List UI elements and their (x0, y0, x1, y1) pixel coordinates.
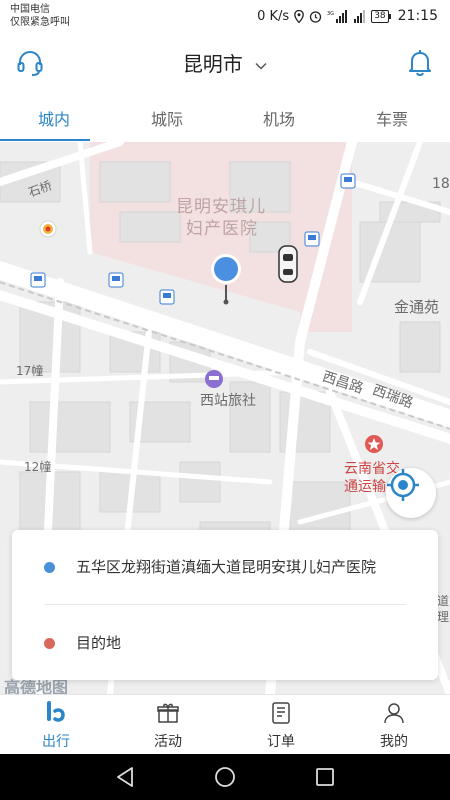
crosshair-icon (387, 469, 419, 501)
nav-orders[interactable]: 订单 (225, 695, 337, 755)
map-label-road-right: 道 (437, 594, 450, 608)
recents-icon[interactable] (313, 765, 337, 789)
app-header: 昆明市 (0, 34, 450, 92)
destination-row[interactable]: 目的地 (12, 606, 438, 680)
map-label-li: 理 (437, 610, 450, 624)
locate-me-button[interactable] (386, 468, 436, 518)
svg-text:3G: 3G (327, 11, 334, 17)
system-navigation-bar (0, 754, 450, 800)
map-label-hotel: 西站旅社 (200, 393, 256, 409)
clock: 21:15 (397, 8, 438, 24)
map-label-yunnan-2: 通运输 (344, 479, 386, 495)
tab-tickets[interactable]: 车票 (376, 106, 408, 130)
nav-profile-label: 我的 (380, 734, 408, 750)
gift-icon (157, 703, 179, 723)
net-speed: 0 K/s (257, 8, 290, 24)
nav-travel[interactable]: 出行 (0, 695, 112, 755)
map-label-bldg12: 12幢 (24, 460, 52, 474)
destination-input[interactable]: 目的地 (76, 632, 121, 653)
carrier-name: 中国电信 (10, 4, 50, 15)
city-name: 昆明市 (182, 52, 243, 76)
travel-icon (47, 701, 65, 722)
signal-icon-2 (354, 9, 366, 23)
active-tab-indicator (0, 139, 90, 141)
home-icon[interactable] (213, 765, 237, 789)
nav-activities-label: 活动 (154, 734, 182, 750)
map-label-18: 18 (432, 176, 450, 192)
back-icon[interactable] (113, 765, 137, 789)
destination-dot-icon (44, 638, 55, 649)
nav-travel-label: 出行 (42, 734, 70, 750)
map-label-hospital-2: 妇产医院 (186, 219, 258, 239)
user-icon (384, 703, 404, 724)
carrier-info: 中国电信 仅限紧急呼叫 (10, 3, 70, 29)
map-label-bldg17: 17幢 (16, 364, 44, 378)
notification-button[interactable] (404, 46, 436, 78)
emergency-only-text: 仅限紧急呼叫 (10, 17, 70, 28)
city-selector[interactable]: 昆明市 (0, 48, 450, 77)
service-tabs: 城内 城际 机场 车票 (0, 92, 450, 142)
nav-activities[interactable]: 活动 (112, 695, 224, 755)
start-dot-icon (44, 562, 55, 573)
card-divider (44, 604, 406, 605)
bell-icon (409, 50, 431, 77)
nav-orders-label: 订单 (267, 734, 295, 750)
tab-intercity[interactable]: 城际 (151, 106, 183, 130)
order-icon (272, 702, 290, 724)
signal-icon: 3G (327, 9, 349, 23)
tab-city[interactable]: 城内 (38, 106, 70, 130)
start-address: 五华区龙翔街道滇缅大道昆明安琪儿妇产医院 (76, 558, 377, 576)
status-indicators: 0 K/s 3G 38 21:15 (257, 7, 438, 25)
nav-profile[interactable]: 我的 (338, 695, 450, 755)
battery-icon: 38 (371, 9, 392, 23)
address-card: 五华区龙翔街道滇缅大道昆明安琪儿妇产医院 目的地 (12, 530, 438, 680)
start-location-row[interactable]: 五华区龙翔街道滇缅大道昆明安琪儿妇产医院 (12, 530, 438, 604)
map-label-jintongyuan: 金通苑 (394, 298, 440, 316)
chevron-down-icon (255, 62, 267, 70)
status-bar: 中国电信 仅限紧急呼叫 0 K/s 3G 38 21:15 (0, 0, 450, 34)
alarm-icon (309, 10, 322, 23)
tab-airport[interactable]: 机场 (263, 106, 295, 130)
bottom-navigation: 出行 活动 订单 我的 (0, 694, 450, 754)
location-status-icon (294, 9, 305, 23)
